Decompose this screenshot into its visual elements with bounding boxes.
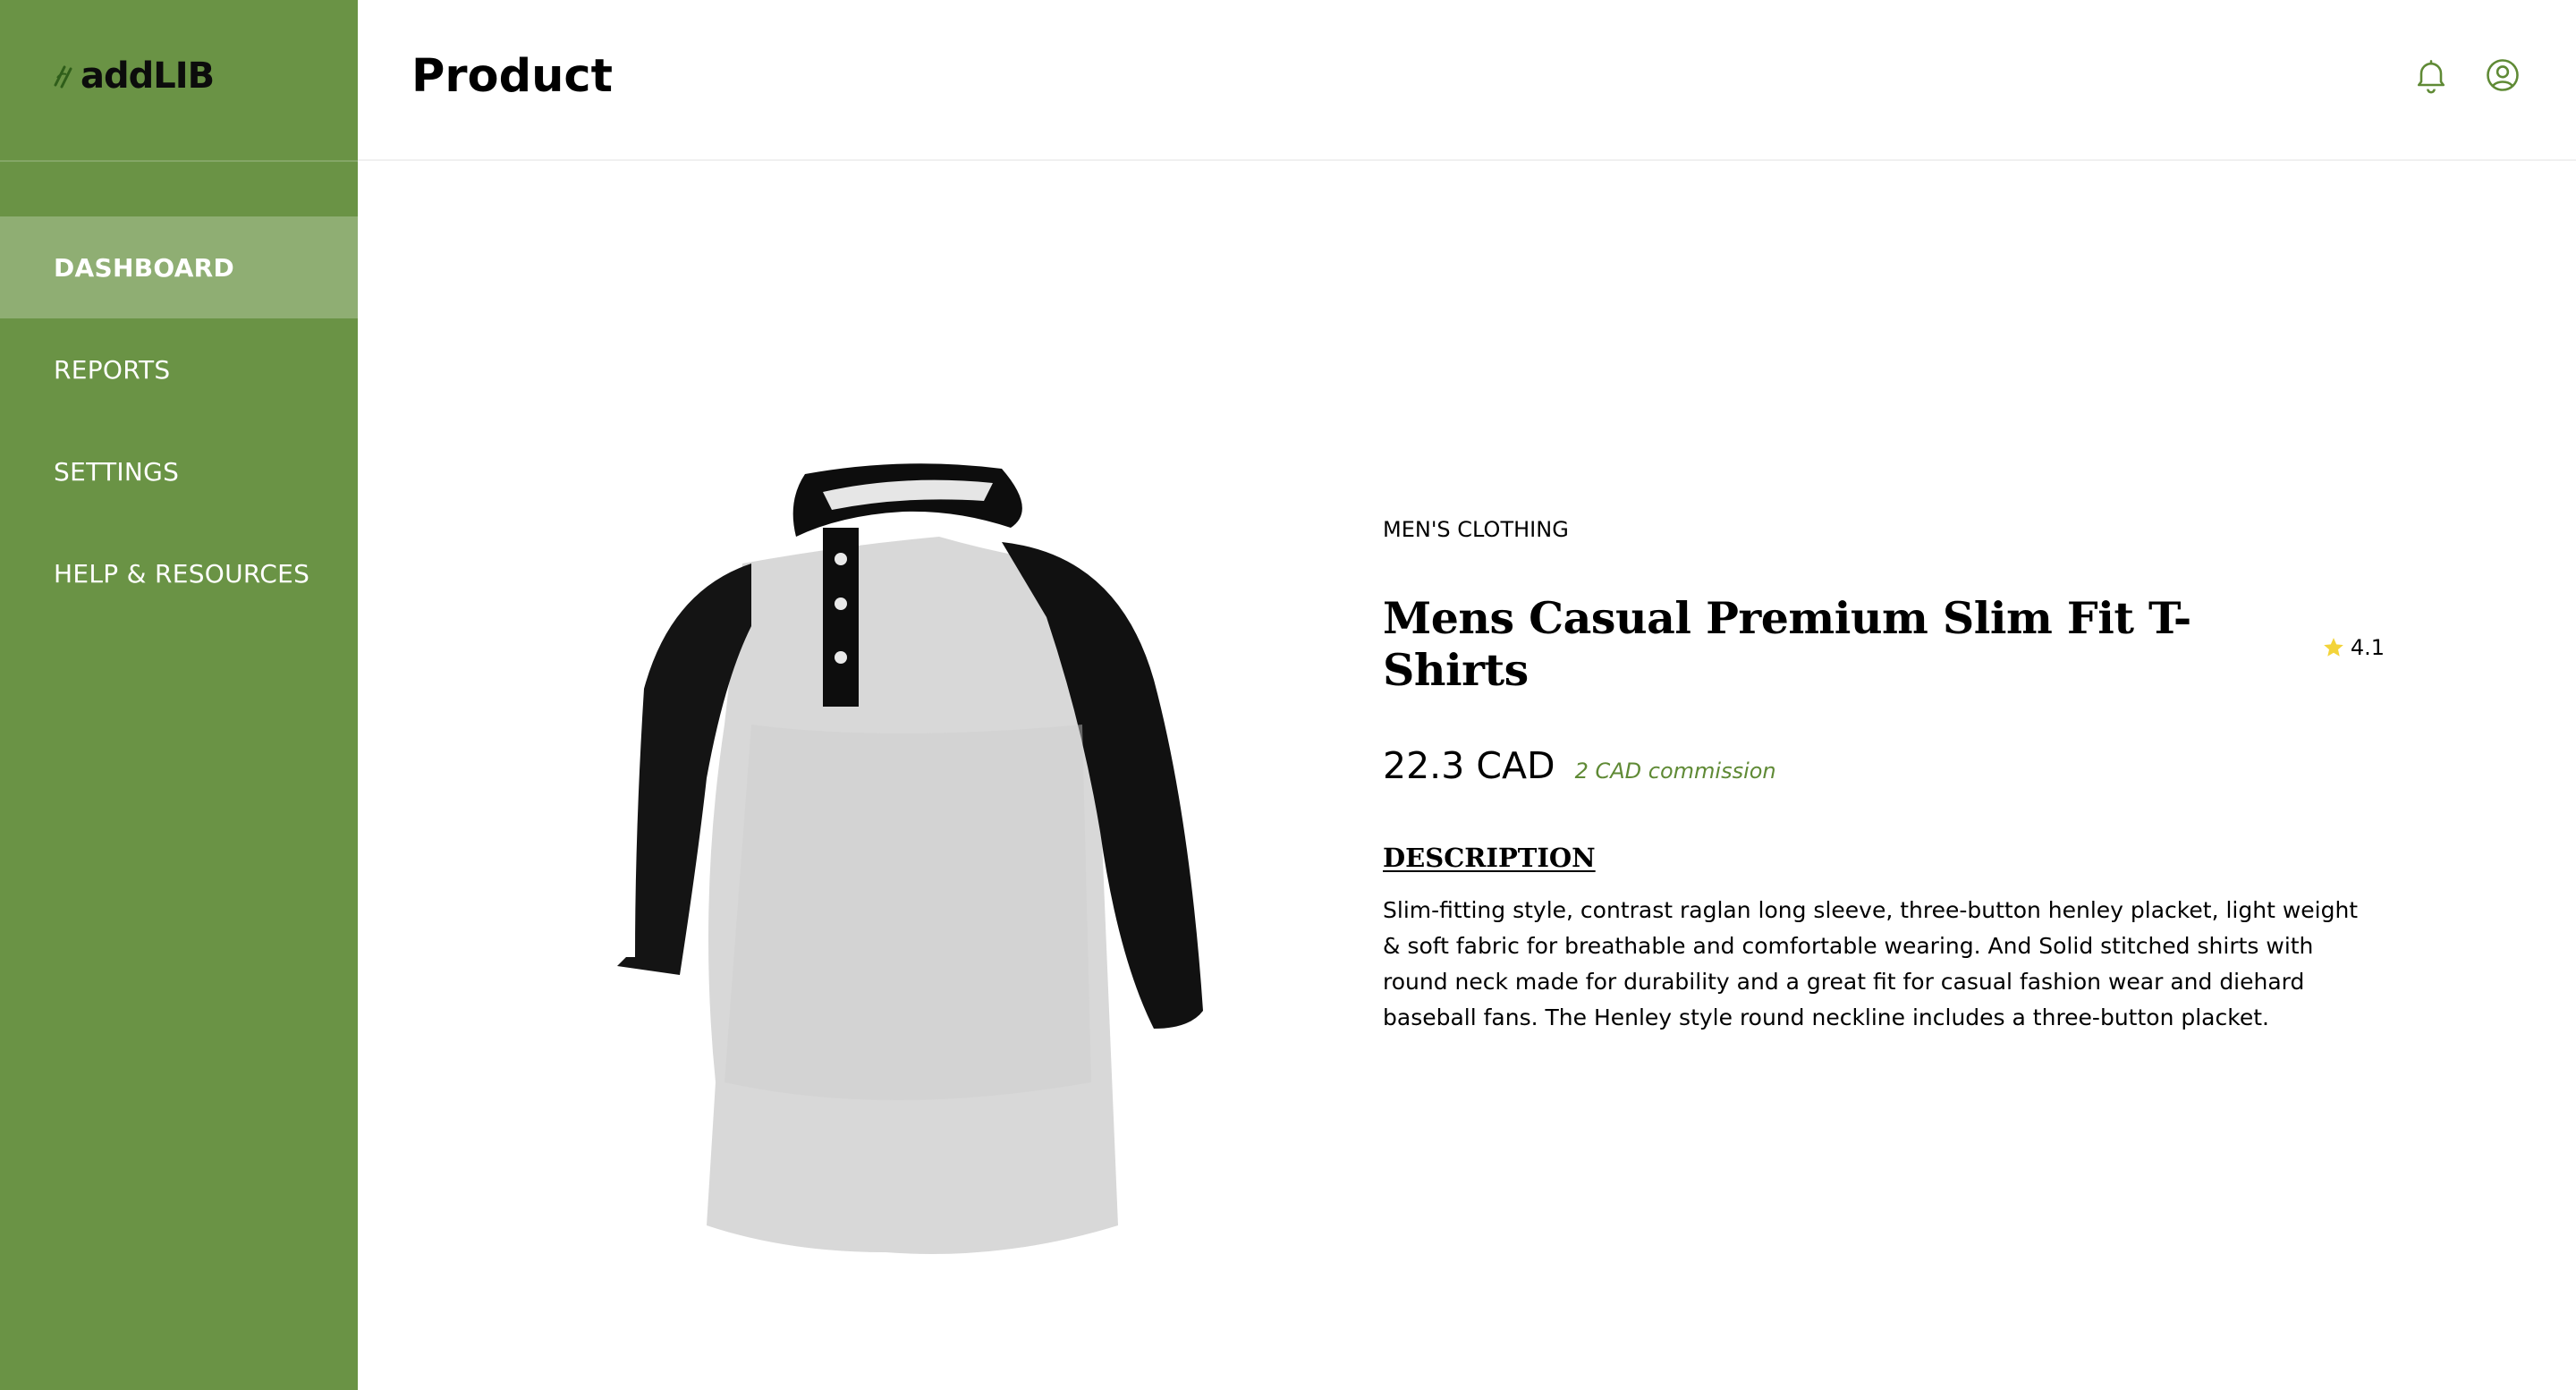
sidebar-item-help-resources[interactable]: HELP & RESOURCES — [0, 522, 358, 624]
product-rating: 4.1 — [2322, 635, 2385, 660]
product-description: Slim-fitting style, contrast raglan long… — [1383, 897, 2359, 1030]
product-details: MEN'S CLOTHING Mens Casual Premium Slim … — [1383, 517, 2385, 1036]
sidebar-item-reports[interactable]: REPORTS — [0, 318, 358, 420]
sidebar-item-label: REPORTS — [54, 354, 171, 385]
commission-text: 2 CAD commission — [1574, 759, 1776, 784]
logo-mark-icon — [54, 65, 72, 89]
product-title: Mens Casual Premium Slim Fit T-Shirts — [1383, 592, 2191, 696]
sidebar-item-settings[interactable]: SETTINGS — [0, 420, 358, 522]
user-circle-icon[interactable] — [2483, 55, 2522, 95]
sidebar-item-label: DASHBOARD — [54, 252, 235, 283]
product-category: MEN'S CLOTHING — [1383, 517, 1569, 542]
sidebar: addLIB DASHBOARD REPORTS SETTINGS HELP &… — [0, 0, 358, 1390]
sidebar-item-label: HELP & RESOURCES — [54, 558, 310, 589]
sidebar-nav: DASHBOARD REPORTS SETTINGS HELP & RESOUR… — [0, 216, 358, 624]
brand-logo[interactable]: addLIB — [52, 55, 215, 97]
price-row: 22.3 CAD 2 CAD commission — [1383, 744, 2385, 787]
sidebar-item-dashboard[interactable]: DASHBOARD — [0, 216, 358, 318]
brand-name: addLIB — [80, 55, 215, 97]
page-title: Product — [411, 50, 613, 103]
sidebar-item-label: SETTINGS — [54, 456, 180, 487]
top-header: Product — [358, 0, 2576, 161]
product-image — [617, 463, 1203, 1254]
logo-area: addLIB — [0, 0, 358, 162]
rating-value: 4.1 — [2350, 635, 2385, 660]
product-price: 22.3 CAD — [1383, 744, 1555, 787]
bell-icon[interactable] — [2411, 55, 2451, 95]
description-heading: DESCRIPTION — [1383, 843, 1596, 873]
title-row: Mens Casual Premium Slim Fit T-Shirts 4.… — [1383, 592, 2385, 696]
star-icon — [2323, 638, 2343, 657]
